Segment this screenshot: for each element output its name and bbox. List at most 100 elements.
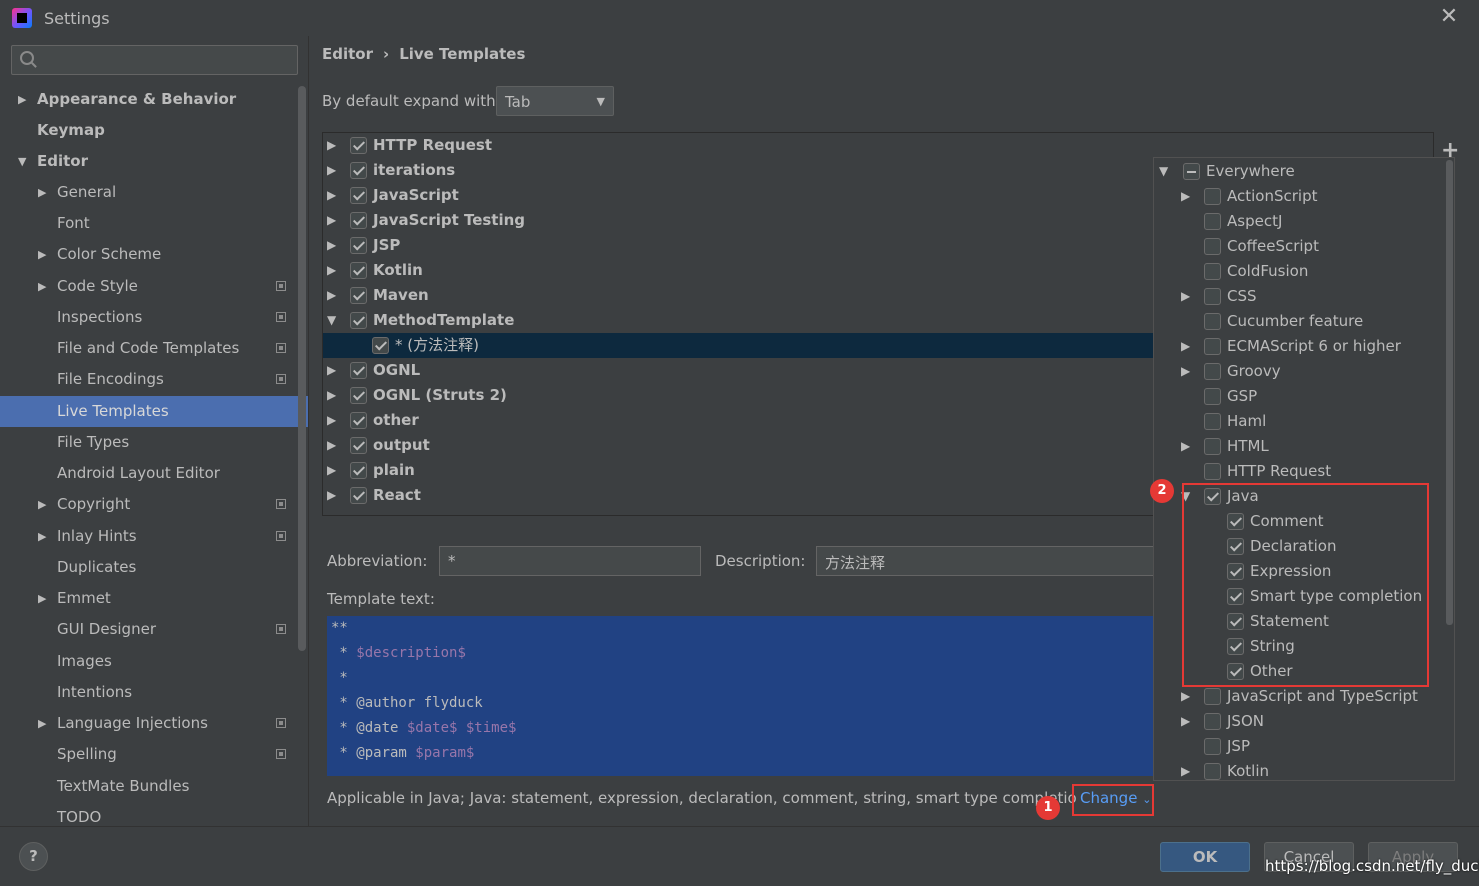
context-checkbox[interactable]: [1204, 288, 1221, 305]
sidebar-item-textmate-bundles[interactable]: TextMate Bundles: [0, 771, 297, 802]
chevron-right-icon[interactable]: ▶: [38, 708, 46, 739]
context-checkbox[interactable]: [1204, 738, 1221, 755]
context-option[interactable]: ▼ Everywhere: [1154, 159, 1444, 184]
chevron-right-icon[interactable]: ▶: [327, 233, 336, 258]
sidebar-item-copyright[interactable]: ▶ Copyright: [0, 489, 297, 520]
sidebar-item-language-injections[interactable]: ▶ Language Injections: [0, 708, 297, 739]
sidebar-item-gui-designer[interactable]: GUI Designer: [0, 614, 297, 645]
context-checkbox[interactable]: [1204, 463, 1221, 480]
chevron-right-icon[interactable]: ▶: [327, 383, 336, 408]
context-checkbox[interactable]: [1204, 238, 1221, 255]
context-checkbox[interactable]: [1204, 413, 1221, 430]
help-button[interactable]: ?: [19, 842, 48, 871]
context-checkbox[interactable]: [1204, 213, 1221, 230]
chevron-right-icon[interactable]: ▶: [327, 483, 336, 508]
sidebar-item-images[interactable]: Images: [0, 646, 297, 677]
chevron-right-icon[interactable]: ▶: [1181, 684, 1190, 709]
chevron-right-icon[interactable]: ▶: [18, 84, 26, 115]
template-checkbox[interactable]: [350, 237, 367, 254]
abbreviation-input[interactable]: *: [439, 546, 701, 576]
sidebar-item-duplicates[interactable]: Duplicates: [0, 552, 297, 583]
context-checkbox[interactable]: [1204, 263, 1221, 280]
chevron-down-icon[interactable]: ▼: [1159, 159, 1168, 184]
context-option[interactable]: ▶ ECMAScript 6 or higher: [1154, 334, 1444, 359]
context-checkbox[interactable]: [1204, 313, 1221, 330]
chevron-right-icon[interactable]: ▶: [327, 258, 336, 283]
chevron-right-icon[interactable]: ▶: [327, 458, 336, 483]
template-text-editor[interactable]: ** * $description$ * * @author flyduck *…: [327, 616, 1157, 776]
chevron-right-icon[interactable]: ▶: [38, 177, 46, 208]
template-checkbox[interactable]: [350, 387, 367, 404]
context-option[interactable]: ▶ ActionScript: [1154, 184, 1444, 209]
chevron-right-icon[interactable]: ▶: [38, 271, 46, 302]
template-checkbox[interactable]: [350, 162, 367, 179]
template-checkbox[interactable]: [350, 187, 367, 204]
context-checkbox[interactable]: [1204, 363, 1221, 380]
sidebar-item-inspections[interactable]: Inspections: [0, 302, 297, 333]
chevron-right-icon[interactable]: ▶: [1181, 709, 1190, 734]
template-checkbox[interactable]: [350, 212, 367, 229]
template-checkbox[interactable]: [350, 137, 367, 154]
sidebar-item-color-scheme[interactable]: ▶ Color Scheme: [0, 239, 297, 270]
ok-button[interactable]: OK: [1160, 842, 1250, 872]
context-option[interactable]: CoffeeScript: [1154, 234, 1444, 259]
chevron-right-icon[interactable]: ▶: [1181, 184, 1190, 209]
template-checkbox[interactable]: [350, 487, 367, 504]
template-checkbox[interactable]: [350, 437, 367, 454]
chevron-right-icon[interactable]: ▶: [38, 489, 46, 520]
description-input[interactable]: 方法注释: [816, 546, 1156, 576]
template-checkbox[interactable]: [350, 287, 367, 304]
template-checkbox[interactable]: [350, 312, 367, 329]
chevron-right-icon[interactable]: ▶: [327, 358, 336, 383]
context-checkbox[interactable]: [1204, 438, 1221, 455]
context-checkbox[interactable]: [1204, 388, 1221, 405]
chevron-right-icon[interactable]: ▶: [1181, 759, 1190, 780]
sidebar-item-appearance-behavior[interactable]: ▶ Appearance & Behavior: [0, 84, 297, 115]
context-option[interactable]: ▶ Kotlin: [1154, 759, 1444, 780]
sidebar-item-file-and-code-templates[interactable]: File and Code Templates: [0, 333, 297, 364]
template-checkbox[interactable]: [350, 412, 367, 429]
context-option[interactable]: ▶ HTML: [1154, 434, 1444, 459]
sidebar-item-intentions[interactable]: Intentions: [0, 677, 297, 708]
close-icon[interactable]: ✕: [1436, 4, 1462, 30]
chevron-right-icon[interactable]: ▶: [1181, 434, 1190, 459]
chevron-right-icon[interactable]: ▶: [327, 133, 336, 158]
context-checkbox[interactable]: [1204, 188, 1221, 205]
chevron-down-icon[interactable]: ▼: [327, 308, 336, 333]
chevron-right-icon[interactable]: ▶: [327, 208, 336, 233]
chevron-right-icon[interactable]: ▶: [38, 521, 46, 552]
sidebar-item-emmet[interactable]: ▶ Emmet: [0, 583, 297, 614]
context-option[interactable]: GSP: [1154, 384, 1444, 409]
template-checkbox[interactable]: [350, 362, 367, 379]
sidebar-item-spelling[interactable]: Spelling: [0, 739, 297, 770]
context-checkbox[interactable]: [1204, 713, 1221, 730]
sidebar-item-font[interactable]: Font: [0, 208, 297, 239]
chevron-right-icon[interactable]: ▶: [327, 283, 336, 308]
template-checkbox[interactable]: [372, 337, 389, 354]
template-checkbox[interactable]: [350, 462, 367, 479]
context-option[interactable]: ▶ JSON: [1154, 709, 1444, 734]
chevron-right-icon[interactable]: ▶: [38, 583, 46, 614]
sidebar-scrollbar[interactable]: [298, 86, 306, 651]
chevron-down-icon[interactable]: ▼: [18, 146, 26, 177]
template-checkbox[interactable]: [350, 262, 367, 279]
chevron-right-icon[interactable]: ▶: [1181, 359, 1190, 384]
sidebar-item-android-layout-editor[interactable]: Android Layout Editor: [0, 458, 297, 489]
sidebar-item-keymap[interactable]: Keymap: [0, 115, 297, 146]
sidebar-item-live-templates[interactable]: Live Templates: [0, 396, 308, 427]
sidebar-item-file-types[interactable]: File Types: [0, 427, 297, 458]
context-checkbox[interactable]: [1183, 163, 1200, 180]
sidebar-item-general[interactable]: ▶ General: [0, 177, 297, 208]
context-option[interactable]: Cucumber feature: [1154, 309, 1444, 334]
context-option[interactable]: AspectJ: [1154, 209, 1444, 234]
chevron-right-icon[interactable]: ▶: [1181, 334, 1190, 359]
context-option[interactable]: HTTP Request: [1154, 459, 1444, 484]
expand-with-select[interactable]: Tab ▼: [496, 86, 614, 116]
breadcrumb-parent[interactable]: Editor: [322, 45, 373, 63]
context-option[interactable]: ▶ JavaScript and TypeScript: [1154, 684, 1444, 709]
chevron-right-icon[interactable]: ▶: [327, 183, 336, 208]
sidebar-item-inlay-hints[interactable]: ▶ Inlay Hints: [0, 521, 297, 552]
popup-scrollbar[interactable]: [1446, 160, 1453, 625]
chevron-right-icon[interactable]: ▶: [38, 239, 46, 270]
chevron-right-icon[interactable]: ▶: [327, 433, 336, 458]
